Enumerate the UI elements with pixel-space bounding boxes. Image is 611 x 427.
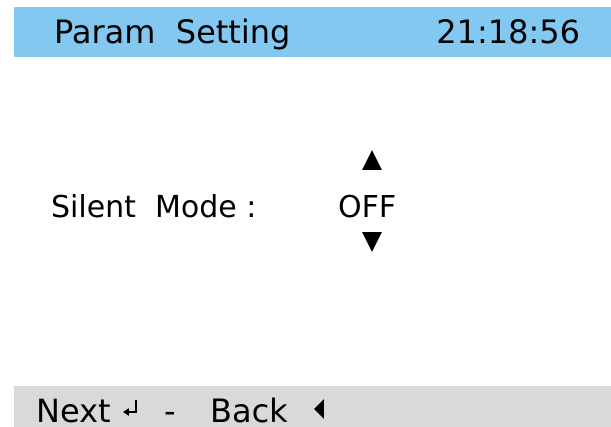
param-setting-screen: Param Setting 21:18:56 Silent Mode : OFF… [14,7,611,427]
next-label[interactable]: Next [36,391,111,427]
header-bar: Param Setting 21:18:56 [14,7,611,57]
silent-mode-value[interactable]: OFF [338,188,396,228]
silent-mode-label: Silent Mode : [51,190,257,225]
enter-icon[interactable] [121,398,141,422]
back-triangle-icon[interactable] [314,399,324,419]
arrow-up-icon[interactable] [362,150,382,170]
footer-separator: - [164,392,176,427]
clock-time: 21:18:56 [436,13,580,51]
back-label[interactable]: Back [210,391,288,427]
page-title: Param Setting [54,13,291,51]
arrow-down-icon[interactable] [362,232,382,252]
footer-bar: Next - Back [14,386,611,427]
